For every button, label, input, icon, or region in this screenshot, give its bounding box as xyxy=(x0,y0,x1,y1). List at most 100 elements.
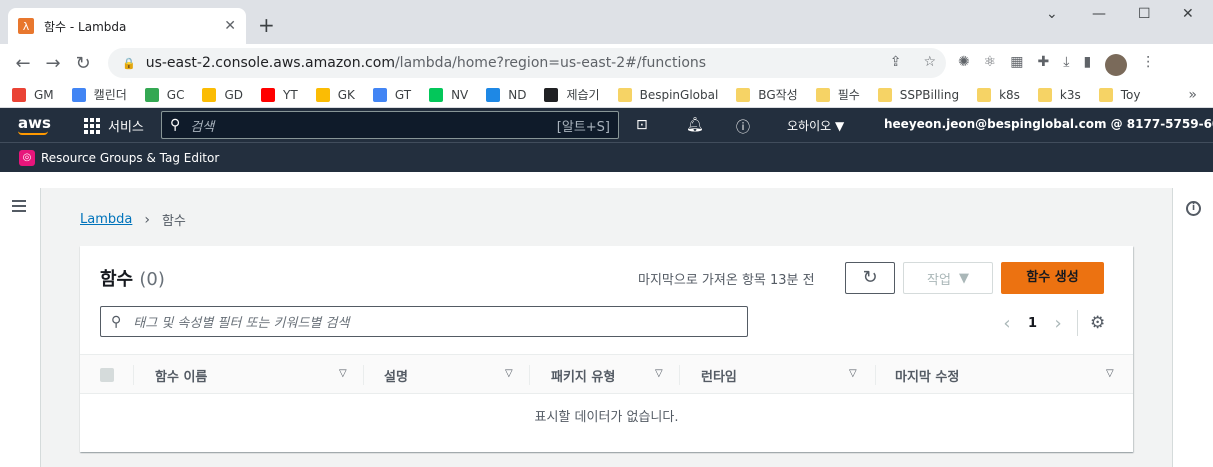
browser-tab[interactable]: λ 함수 - Lambda ✕ xyxy=(8,8,246,44)
url-path: /lambda/home?region=us-east-2#/functions xyxy=(394,55,707,71)
column-header-package-type[interactable]: 패키지 유형 xyxy=(551,355,615,395)
profile-avatar[interactable] xyxy=(1105,54,1128,76)
share-icon[interactable]: ⇪ xyxy=(890,54,902,70)
bookmark-label: BespinGlobal xyxy=(639,87,719,102)
bookmark-icon xyxy=(544,87,559,102)
help-icon[interactable]: ⓘ xyxy=(736,117,750,137)
filter-input[interactable]: ⚲ 태그 및 속성별 필터 또는 키워드별 검색 xyxy=(100,306,748,337)
sort-caret-icon[interactable]: ▽ xyxy=(849,368,857,379)
column-header-name[interactable]: 함수 이름 xyxy=(155,355,207,395)
bookmark-item[interactable]: k8s xyxy=(977,87,1020,102)
column-divider xyxy=(529,365,530,385)
column-header-runtime[interactable]: 런타임 xyxy=(701,355,737,395)
lambda-favicon-icon: λ xyxy=(18,18,34,34)
cloudshell-icon[interactable]: ⊡ xyxy=(636,117,648,133)
column-header-last-modified[interactable]: 마지막 수정 xyxy=(895,355,959,395)
aws-search-input[interactable]: ⚲ 검색 [알트+S] xyxy=(161,111,619,139)
bookmark-label: 제습기 xyxy=(566,88,600,102)
bookmark-item[interactable]: 제습기 xyxy=(544,86,600,103)
last-fetched-text: 마지막으로 가져온 항목 13분 전 xyxy=(638,273,815,288)
actions-button[interactable]: 작업 ▼ xyxy=(903,262,993,294)
bookmark-label: k3s xyxy=(1059,87,1081,102)
bookmark-item[interactable]: 필수 xyxy=(815,86,860,103)
bookmark-icon xyxy=(144,87,159,102)
bookmark-item[interactable]: NV xyxy=(429,87,468,102)
filter-placeholder: 태그 및 속성별 필터 또는 키워드별 검색 xyxy=(133,316,350,331)
breadcrumb-lambda-link[interactable]: Lambda xyxy=(80,212,132,227)
extensions-puzzle-icon[interactable]: ✚ xyxy=(1038,54,1050,76)
services-button[interactable]: 서비스 xyxy=(84,116,144,135)
resource-groups-icon: ◎ xyxy=(19,149,35,166)
bookmark-item[interactable]: 캘린더 xyxy=(71,86,127,103)
bookmark-icon xyxy=(617,87,632,102)
notifications-bell-icon[interactable]: 🔔︎ xyxy=(686,117,704,133)
new-tab-icon[interactable]: + xyxy=(258,13,275,37)
aws-logo[interactable]: aws xyxy=(18,114,51,132)
close-window-icon[interactable]: ✕ xyxy=(1182,6,1194,22)
bookmark-item[interactable]: SSPBilling xyxy=(877,87,960,102)
lock-icon[interactable]: 🔒 xyxy=(122,57,136,70)
bookmark-item[interactable]: YT xyxy=(261,87,298,102)
sort-caret-icon[interactable]: ▽ xyxy=(339,368,347,379)
browser-tabbar: λ 함수 - Lambda ✕ + ⌄ — ☐ ✕ xyxy=(0,0,1213,44)
bookmarks-bar: GM 캘린더 GC GD YT GK GT NV ND 제습기 BespinGlobal BG작성 필수… xyxy=(0,82,1213,108)
bookmark-item[interactable]: k3s xyxy=(1037,87,1081,102)
chevron-down-icon[interactable]: ⌄ xyxy=(1046,6,1058,22)
hamburger-menu-icon[interactable] xyxy=(12,200,26,215)
bookmark-icon xyxy=(261,87,276,102)
back-icon[interactable]: ← xyxy=(8,53,38,74)
sidepanel-icon[interactable]: ▮ xyxy=(1083,54,1091,76)
create-function-button[interactable]: 함수 생성 xyxy=(1001,262,1104,294)
page-number[interactable]: 1 xyxy=(1028,316,1037,331)
next-page-icon[interactable]: › xyxy=(1047,313,1069,334)
empty-table-message: 표시할 데이터가 없습니다. xyxy=(534,410,679,425)
maximize-icon[interactable]: ☐ xyxy=(1138,6,1151,22)
search-placeholder: 검색 xyxy=(190,119,215,135)
search-icon: ⚲ xyxy=(170,117,181,133)
bookmark-star-icon[interactable]: ☆ xyxy=(923,54,936,70)
info-icon[interactable]: i xyxy=(1186,201,1201,216)
close-tab-icon[interactable]: ✕ xyxy=(224,18,236,34)
bookmark-item[interactable]: BG작성 xyxy=(736,86,798,103)
extension-sun-icon[interactable]: ✺ xyxy=(958,54,970,76)
forward-icon[interactable]: → xyxy=(38,53,68,74)
extension-react-icon[interactable]: ⚛ xyxy=(984,54,997,76)
bookmark-item[interactable]: GM xyxy=(12,87,54,102)
sort-caret-icon[interactable]: ▽ xyxy=(655,368,663,379)
sort-caret-icon[interactable]: ▽ xyxy=(505,368,513,379)
bookmark-label: GC xyxy=(166,87,185,102)
column-header-description[interactable]: 설명 xyxy=(384,355,408,395)
bookmark-label: 캘린더 xyxy=(93,88,127,102)
download-icon[interactable]: ⤓ xyxy=(1063,54,1069,76)
pagination: ‹ 1 › ⚙ xyxy=(996,310,1105,336)
bookmark-item[interactable]: GD xyxy=(202,87,243,102)
select-all-checkbox[interactable] xyxy=(100,368,114,382)
bookmark-item[interactable]: GC xyxy=(144,87,185,102)
url-input[interactable]: 🔒 us-east-2.console.aws.amazon.com/lambd… xyxy=(108,48,946,78)
pager-divider xyxy=(1077,310,1079,336)
reload-icon[interactable]: ↻ xyxy=(68,53,98,74)
gear-icon[interactable]: ⚙ xyxy=(1090,313,1105,333)
browser-menu-icon[interactable]: ⋮ xyxy=(1141,54,1155,76)
bookmark-item[interactable]: BespinGlobal xyxy=(617,87,719,102)
bookmark-item[interactable]: ND xyxy=(486,87,526,102)
table-header: 함수 이름 ▽ 설명 ▽ 패키지 유형 ▽ 런타임 ▽ 마지막 수정 ▽ xyxy=(80,354,1133,394)
bookmark-item[interactable]: GT xyxy=(372,87,411,102)
column-divider xyxy=(875,365,876,385)
refresh-button[interactable]: ↻ xyxy=(845,262,895,294)
bookmark-item[interactable]: Toy xyxy=(1098,87,1140,102)
bookmark-label: BG작성 xyxy=(758,88,798,102)
bookmark-item[interactable]: GK xyxy=(315,87,355,102)
account-menu[interactable]: heeyeon.jeon@bespinglobal.com @ 8177-575… xyxy=(884,117,1213,131)
chevron-right-icon: › xyxy=(144,211,150,228)
resource-groups-link[interactable]: Resource Groups & Tag Editor xyxy=(41,151,219,165)
extension-qr-icon[interactable]: ▦ xyxy=(1010,54,1023,76)
sort-caret-icon[interactable]: ▽ xyxy=(1106,368,1114,379)
more-bookmarks-icon[interactable]: » xyxy=(1188,87,1197,103)
search-shortcut: [알트+S] xyxy=(556,119,610,135)
bookmark-label: SSPBilling xyxy=(899,87,960,102)
bookmark-icon xyxy=(202,87,217,102)
region-selector[interactable]: 오하이오 ▼ xyxy=(787,117,844,134)
minimize-icon[interactable]: — xyxy=(1092,6,1106,22)
prev-page-icon[interactable]: ‹ xyxy=(996,313,1018,334)
